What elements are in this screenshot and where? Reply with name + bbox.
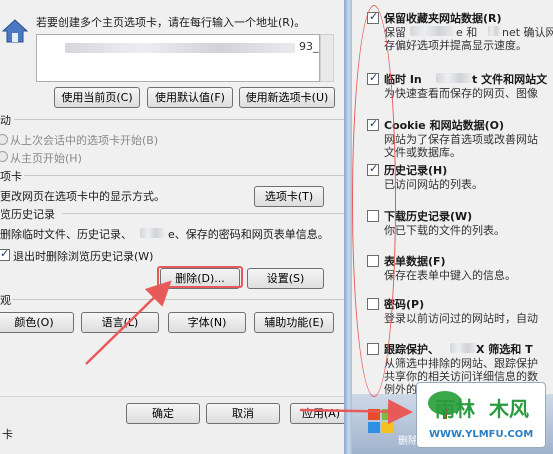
annotation-arrows [85,280,413,425]
